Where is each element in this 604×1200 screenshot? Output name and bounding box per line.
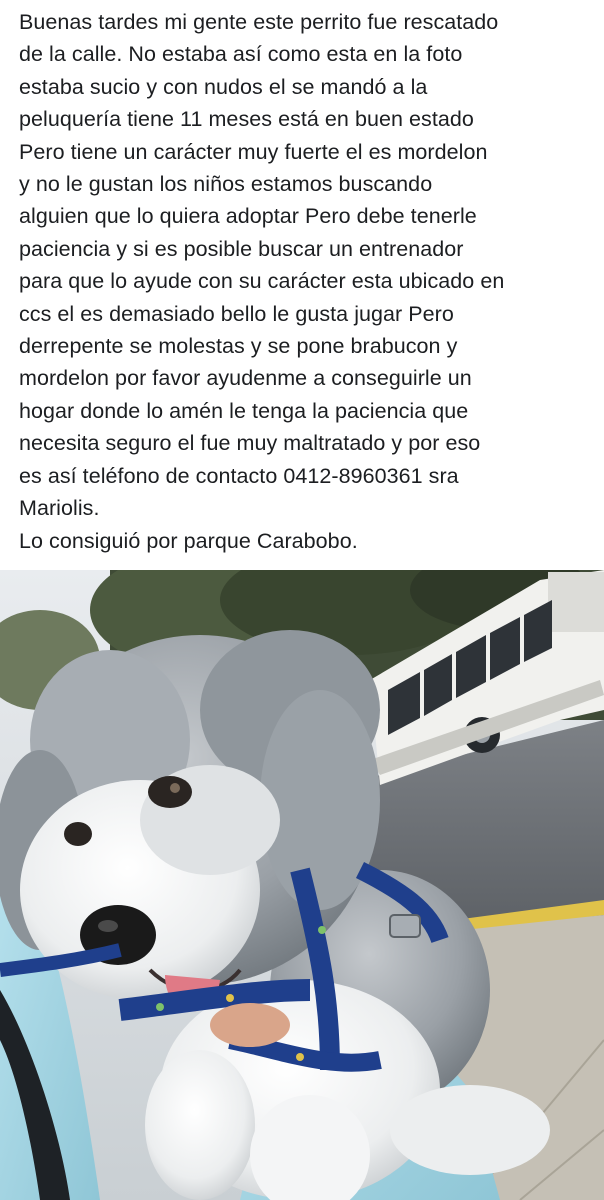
post-text-line: derrepente se molestas y se pone brabuco… <box>19 334 458 359</box>
post-text-line: Buenas tardes mi gente este perrito fue … <box>19 10 499 34</box>
post-text-line: para que lo ayude con su carácter esta u… <box>19 269 505 294</box>
post-text-line: Lo consiguió por parque Carabobo. <box>19 528 358 553</box>
post-text-line: y no le gustan los niños estamos buscand… <box>19 172 433 197</box>
post-text-line: Mariolis. <box>19 496 100 521</box>
post-text-line: paciencia y si es posible buscar un entr… <box>19 236 464 261</box>
post-text-line: peluquería tiene 11 meses está en buen e… <box>19 107 474 132</box>
post-text-line: alguien que lo quiera adoptar Pero debe … <box>19 204 477 229</box>
post-text-line: Pero tiene un carácter muy fuerte el es … <box>19 139 488 164</box>
post-text-line: estaba sucio y con nudos el se mandó a l… <box>19 74 428 99</box>
post-text-line: mordelon por favor ayudenme a conseguirl… <box>19 366 472 391</box>
post-text-line: es así teléfono de contacto 0412-8960361… <box>19 463 459 488</box>
post-text-line: de la calle. No estaba así como esta en … <box>19 42 463 67</box>
post-text: Buenas tardes mi gente este perrito fue … <box>19 6 599 557</box>
post-text-line: ccs el es demasiado bello le gusta jugar… <box>19 301 454 326</box>
post-text-line: necesita seguro el fue muy maltratado y … <box>19 431 481 456</box>
dog-photo[interactable] <box>0 570 604 1200</box>
post-text-line: hogar donde lo amén le tenga la pacienci… <box>19 398 469 423</box>
hand <box>210 1003 290 1047</box>
